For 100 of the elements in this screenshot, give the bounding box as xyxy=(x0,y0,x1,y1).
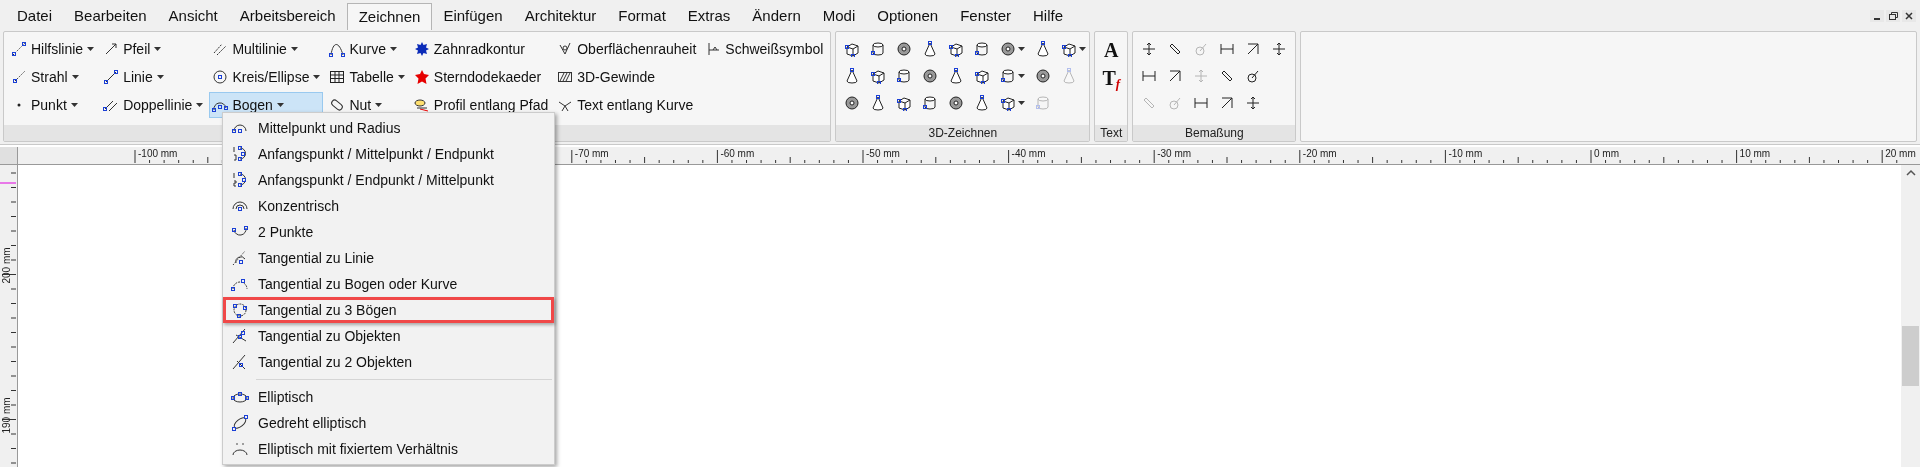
cube-icon xyxy=(870,68,887,84)
disc-icon xyxy=(896,41,913,57)
ribbon-tab[interactable]: Datei xyxy=(6,3,64,30)
dimension-icon xyxy=(1141,68,1158,84)
ribbon-tab[interactable]: Bearbeiten xyxy=(63,3,158,30)
thread-icon xyxy=(557,69,574,85)
cube-icon xyxy=(974,68,991,84)
ribbon-tab[interactable]: Extras xyxy=(676,3,742,30)
ribbon-tool-button[interactable]: Profil entlang Pfad xyxy=(410,92,552,118)
caret-icon xyxy=(1018,74,1026,78)
ribbon-tool-button[interactable]: Oberflächenrauheit xyxy=(554,36,700,62)
menu-item[interactable]: Tangential zu Objekten xyxy=(223,323,554,349)
menu-item[interactable]: Tangential zu 3 Bögen xyxy=(223,297,554,323)
star-icon xyxy=(413,69,430,85)
ruler-label: -30 mm xyxy=(1156,148,1193,159)
menu-item[interactable]: Elliptisch xyxy=(223,384,554,410)
ruler-label: -70 mm xyxy=(573,148,610,159)
ribbon-tool-button[interactable]: Pfeil xyxy=(100,36,207,62)
ribbon-tab[interactable]: Einfügen xyxy=(432,3,514,30)
slot-icon xyxy=(329,97,346,113)
caret-icon xyxy=(1079,47,1087,51)
curve-icon xyxy=(329,41,346,57)
ribbon-tool-button[interactable]: Multilinie xyxy=(209,36,324,62)
dimension-icon xyxy=(1271,41,1288,57)
menu-item[interactable]: 2 Punkte xyxy=(223,219,554,245)
cylinder-icon xyxy=(896,68,913,84)
menu-item[interactable]: Anfangspunkt / Mittelpunkt / Endpunkt xyxy=(223,141,554,167)
ribbon-tab[interactable]: Ansicht xyxy=(157,3,229,30)
ribbon-tool-button[interactable]: Hilfslinie xyxy=(8,36,98,62)
ribbon-tool-button[interactable]: Kreis/Ellipse xyxy=(209,64,324,90)
numbered-arc-icon xyxy=(231,145,249,163)
vertical-scrollbar[interactable] xyxy=(1901,165,1920,467)
circle-arc-icon xyxy=(231,301,249,319)
ruler-label: -100 mm xyxy=(137,148,179,159)
caret-icon xyxy=(390,47,397,51)
ribbon-tab[interactable]: Modi xyxy=(811,3,867,30)
ribbon-tab[interactable]: Arbeitsbereich xyxy=(228,3,347,30)
ribbon-tool-button[interactable]: Nut xyxy=(326,92,408,118)
menu-item[interactable]: Anfangspunkt / Endpunkt / Mittelpunkt xyxy=(223,167,554,193)
group-label: 3D-Zeichnen xyxy=(928,125,998,142)
caret-icon xyxy=(1018,47,1026,51)
ribbon-tab[interactable]: Ändern xyxy=(741,3,812,30)
ribbon-tab[interactable]: Zeichnen xyxy=(346,3,433,30)
line-icon xyxy=(103,69,120,85)
table-icon xyxy=(329,69,346,85)
menu-item[interactable]: Konzentrisch xyxy=(223,193,554,219)
weld-icon xyxy=(705,41,722,57)
ruler-label: 10 mm xyxy=(1738,148,1772,159)
ribbon-tab[interactable]: Optionen xyxy=(866,3,950,30)
ribbon-tab[interactable]: Hilfe xyxy=(1022,3,1074,30)
cube-icon xyxy=(1061,41,1078,57)
ribbon-tool-button[interactable]: 3D-Gewinde xyxy=(554,64,700,90)
text-tool-button[interactable]: A xyxy=(1104,38,1119,62)
numbered-arc-icon xyxy=(231,171,249,189)
disc-icon xyxy=(1035,68,1052,84)
minimize-icon[interactable] xyxy=(1870,10,1884,22)
ribbon-tab[interactable]: Format xyxy=(607,3,677,30)
ribbon-tab[interactable]: Architektur xyxy=(513,3,608,30)
ribbon-tool-button[interactable]: Strahl xyxy=(8,64,98,90)
disc-icon xyxy=(844,95,861,111)
menu-item[interactable]: Tangential zu Linie xyxy=(223,245,554,271)
group-label: Text xyxy=(1100,125,1123,142)
ribbon-tab[interactable]: Fenster xyxy=(949,3,1022,30)
caret-icon xyxy=(290,47,298,51)
caret-icon xyxy=(276,103,284,107)
ribbon-tool-button[interactable]: Tabelle xyxy=(326,64,408,90)
cylinder-icon xyxy=(922,95,939,111)
menu-item[interactable]: Tangential zu 2 Objekten xyxy=(223,349,554,375)
cube-icon xyxy=(844,41,861,57)
menu-item[interactable]: Tangential zu Bogen oder Kurve xyxy=(223,271,554,297)
cylinder-icon xyxy=(974,41,991,57)
dimension-icon xyxy=(1141,41,1158,57)
caret-icon xyxy=(87,47,95,51)
ribbon-tool-button[interactable]: Kurve xyxy=(326,36,408,62)
menu-item[interactable]: Mittelpunkt und Radius xyxy=(223,115,554,141)
ruler-label: -10 mm xyxy=(1447,148,1484,159)
dimension-icon xyxy=(1167,68,1184,84)
ruler-label: -20 mm xyxy=(1301,148,1338,159)
ruler-label: -40 mm xyxy=(1010,148,1047,159)
ribbon-tool-button[interactable]: Zahnradkontur xyxy=(410,36,552,62)
ruler-label: -50 mm xyxy=(865,148,901,159)
disc-icon xyxy=(922,68,939,84)
dotted-line-icon xyxy=(11,41,27,57)
text-tool-button[interactable]: T$_{f}$ xyxy=(1102,66,1121,90)
caret-icon xyxy=(70,103,78,107)
ribbon-tool-button[interactable]: Text entlang Kurve xyxy=(554,92,700,118)
ribbon-tool-button[interactable]: Schweißsymbol xyxy=(702,36,827,62)
ribbon-tool-button[interactable]: Doppellinie xyxy=(100,92,207,118)
group-label: Bemaßung xyxy=(1184,125,1244,142)
ribbon-tool-button[interactable]: Punkt xyxy=(8,92,98,118)
menu-item[interactable]: Gedreht elliptisch xyxy=(223,410,554,436)
close-icon[interactable] xyxy=(1902,10,1916,22)
restore-icon[interactable] xyxy=(1886,10,1900,22)
scrollbar-thumb[interactable] xyxy=(1902,326,1919,386)
menu-item[interactable]: Elliptisch mit fixiertem Verhältnis xyxy=(223,436,554,462)
ribbon-tool-button[interactable]: Linie xyxy=(100,64,207,90)
caret-icon xyxy=(156,75,164,79)
dotted-line-icon xyxy=(11,69,27,85)
ribbon-tool-button[interactable]: Sterndodekaeder xyxy=(410,64,552,90)
cylinder-icon xyxy=(1035,95,1052,111)
